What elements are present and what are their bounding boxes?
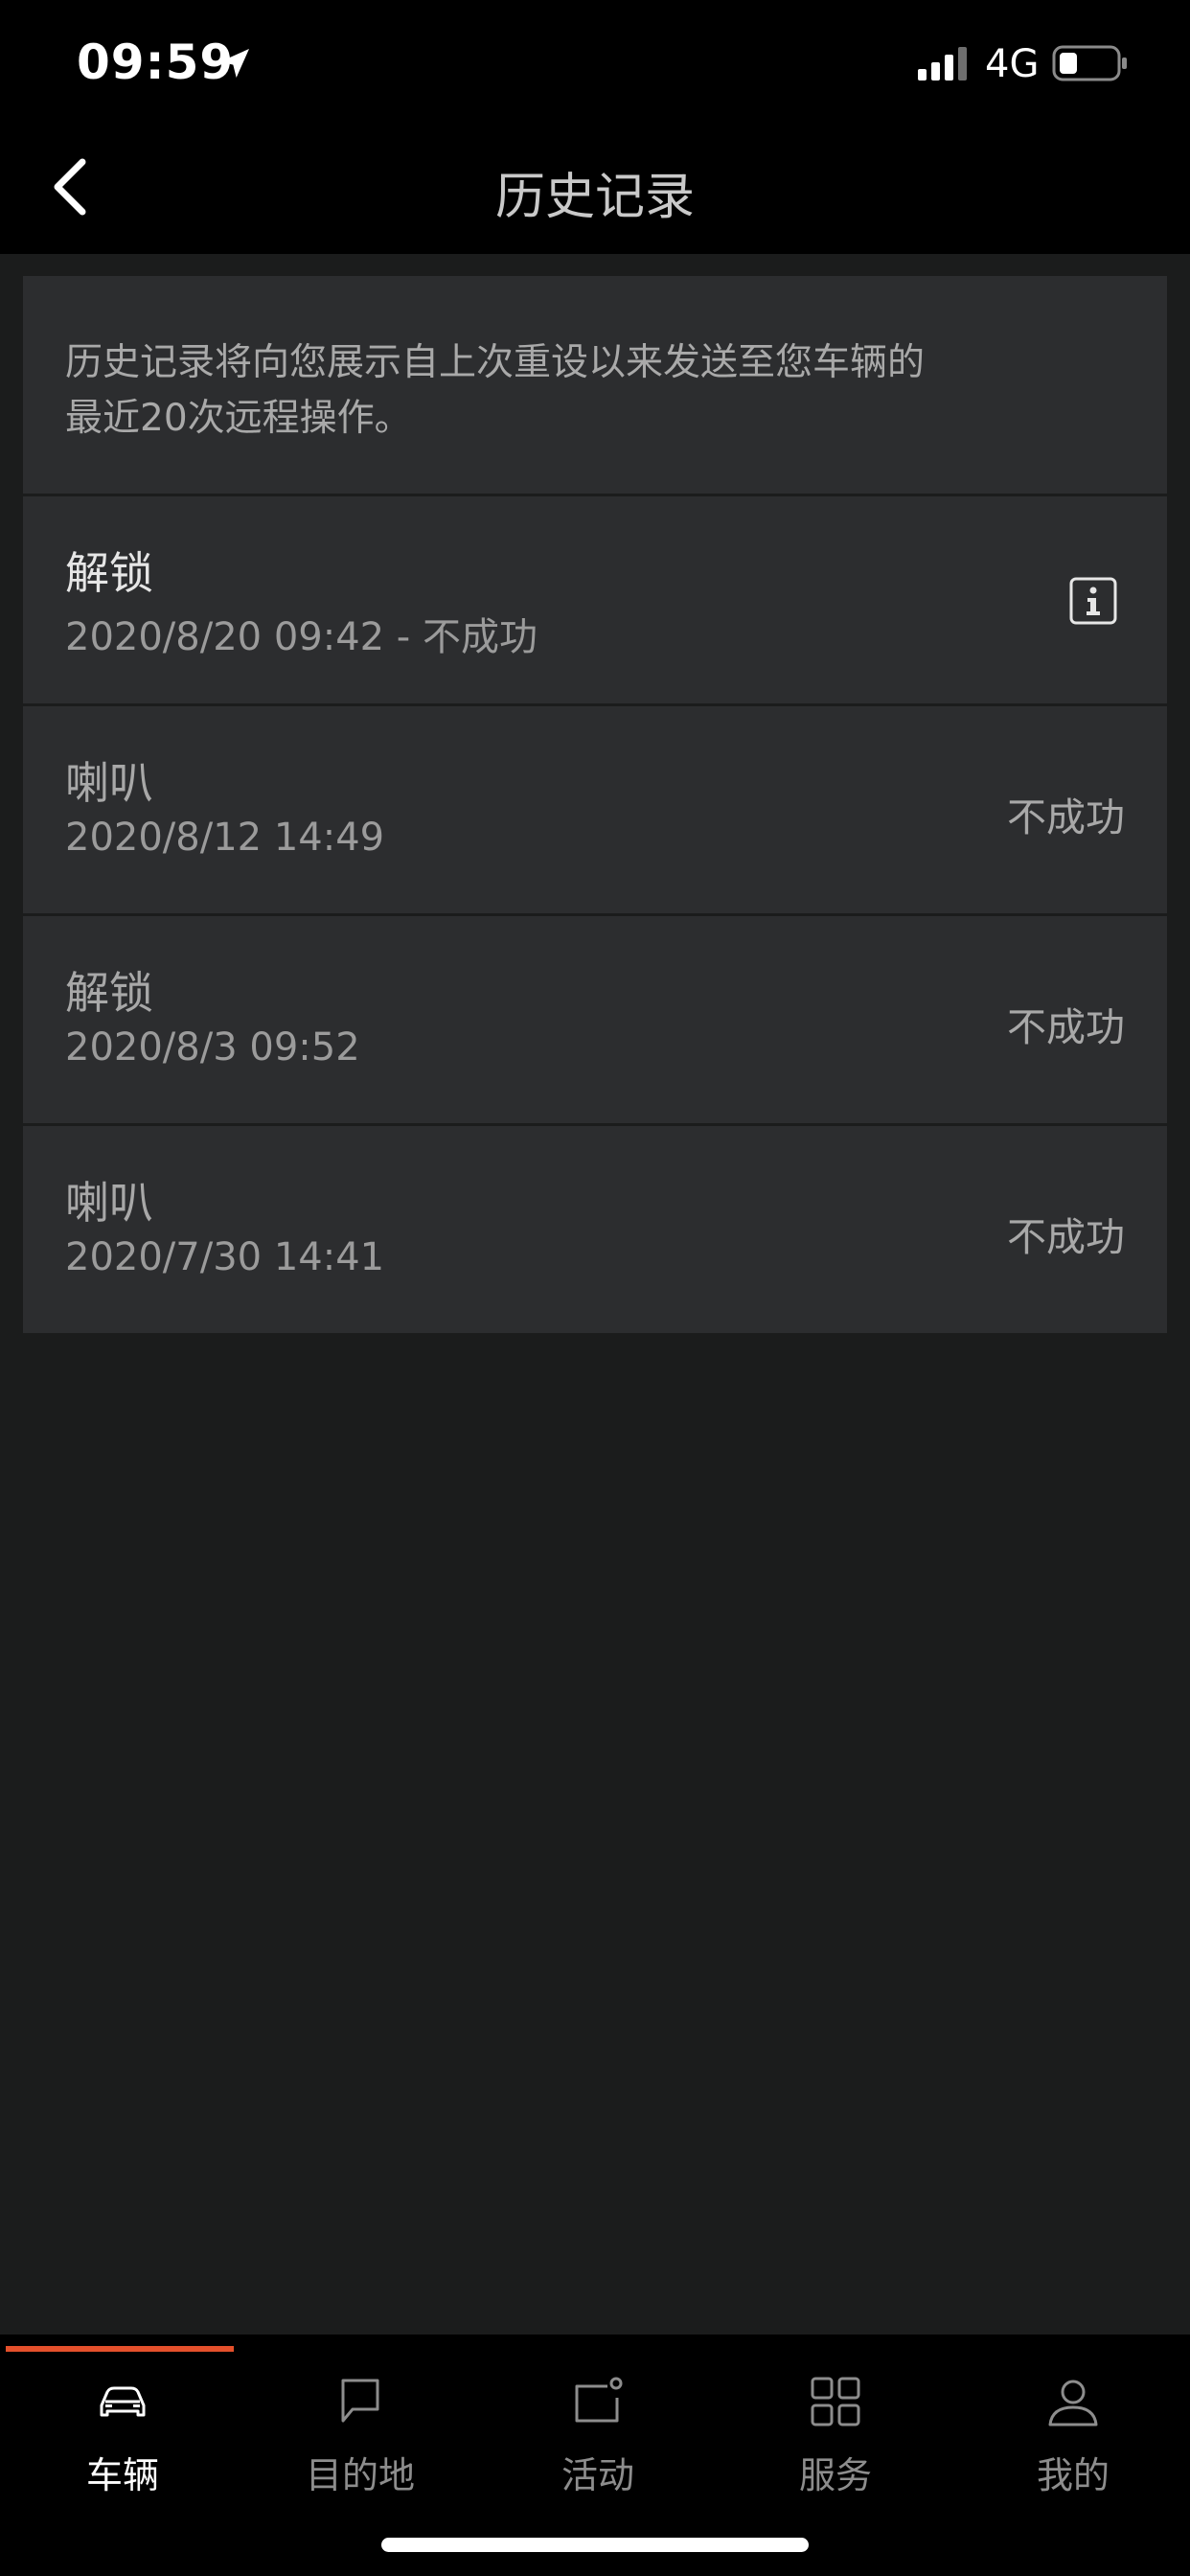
tab-label: 服务 [798,2454,872,2496]
history-datetime: 2020/7/30 14:41 [65,1235,385,1279]
info-icon[interactable] [1069,577,1117,625]
history-datetime: 2020/8/20 09:42 - 不成功 [65,615,538,659]
cellular-signal-icon [918,47,967,80]
tab-activity[interactable]: 活动 [479,2354,717,2497]
history-status: 不成功 [1007,794,1125,840]
calendar-notification-icon [575,2377,623,2423]
intro-text: 历史记录将向您展示自上次重设以来发送至您车辆的 最近20次远程操作。 [23,276,1167,496]
status-time: 09:59 [77,34,235,90]
history-action: 解锁 [65,547,153,599]
history-row[interactable]: 喇叭 2020/7/30 14:41 不成功 [23,1126,1167,1336]
history-row[interactable]: 喇叭 2020/8/12 14:49 不成功 [23,706,1167,916]
history-row[interactable]: 解锁 2020/8/3 09:52 不成功 [23,916,1167,1126]
car-icon [100,2386,146,2417]
active-tab-indicator [6,2346,234,2352]
tab-profile[interactable]: 我的 [954,2354,1190,2497]
tab-label: 目的地 [305,2454,415,2496]
history-status: 不成功 [1007,1214,1125,1260]
history-action: 喇叭 [65,757,153,809]
history-row[interactable]: 解锁 2020/8/20 09:42 - 不成功 [23,496,1167,706]
intro-line-2: 最近20次远程操作。 [65,397,412,440]
battery-icon [1052,45,1127,81]
history-action: 喇叭 [65,1177,153,1229]
history-action: 解锁 [65,967,153,1019]
history-content: 历史记录将向您展示自上次重设以来发送至您车辆的 最近20次远程操作。 解锁 20… [23,276,1167,1336]
tab-bar: 车辆 目的地 活动 服务 我的 [0,2334,1190,2576]
home-indicator [381,2538,809,2552]
grid-icon [811,2377,860,2426]
history-datetime: 2020/8/12 14:49 [65,816,385,860]
history-datetime: 2020/8/3 09:52 [65,1025,360,1070]
network-label: 4G [985,42,1040,86]
user-icon [1048,2380,1098,2426]
tab-service[interactable]: 服务 [717,2354,954,2497]
history-status: 不成功 [1007,1004,1125,1050]
chat-bubble-icon [341,2379,379,2423]
page-title: 历史记录 [494,169,695,226]
tab-destination[interactable]: 目的地 [241,2354,479,2497]
tab-label: 活动 [561,2454,634,2496]
status-bar: 09:59 4G [0,0,1190,129]
navigation-bar: 历史记录 [0,129,1190,254]
tab-label: 我的 [1036,2454,1110,2496]
tab-label: 车辆 [85,2454,159,2496]
intro-line-1: 历史记录将向您展示自上次重设以来发送至您车辆的 [65,341,926,384]
location-arrow-icon [220,49,249,78]
tab-vehicle[interactable]: 车辆 [4,2354,241,2497]
